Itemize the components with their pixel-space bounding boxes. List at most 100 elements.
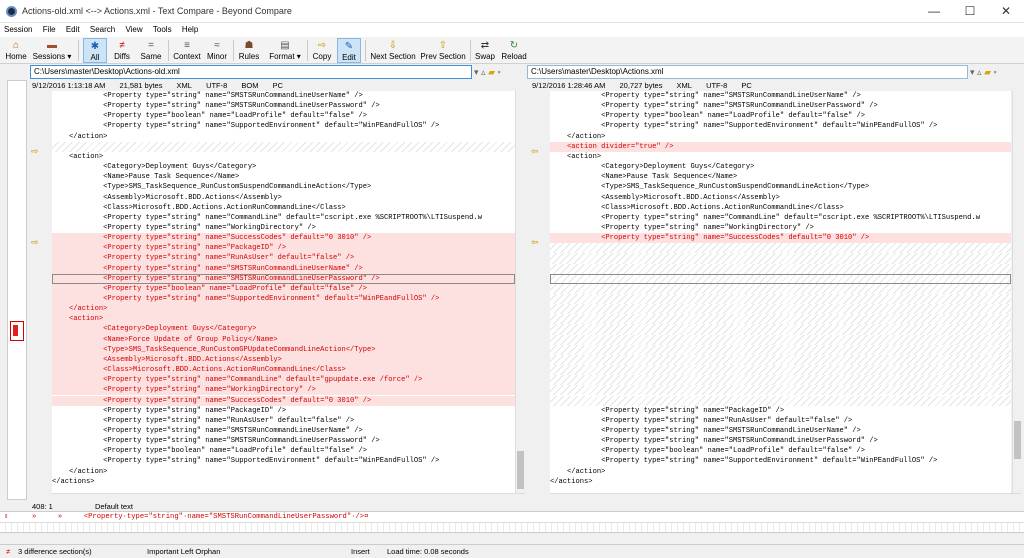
right-text-line[interactable]: <Property type="string" name="RunAsUser"… [550,416,1011,426]
left-text-line[interactable]: <Class>Microsoft.BDD.Actions.ActionRunCo… [52,365,515,376]
left-text-line[interactable]: <Type>SMS_TaskSequence_RunCustomGPUpdate… [52,344,515,355]
text-format[interactable]: Default text [95,502,133,511]
left-text-line[interactable]: <Assembly>Microsoft.BDD.Actions</Assembl… [52,193,515,203]
left-file-encoding[interactable]: UTF-8 [206,81,227,90]
left-text-line[interactable]: <Type>SMS_TaskSequence_RunCustomSuspendC… [52,182,515,192]
right-text-line[interactable]: <Property type="string" name="SMSTSRunCo… [550,426,1011,436]
left-text-line[interactable] [52,141,515,152]
right-text-line[interactable]: <Property type="string" name="SMSTSRunCo… [550,101,1011,111]
right-text-pane[interactable]: <Property type="string" name="SMSTSRunCo… [550,91,1011,493]
left-text-line[interactable]: <Property type="string" name="SMSTSRunCo… [52,91,515,101]
right-history-icon[interactable]: ▾ [970,67,975,77]
menu-file[interactable]: File [39,23,60,37]
right-text-line[interactable]: <Property type="string" name="SupportedE… [550,121,1011,131]
left-folder-icon[interactable]: ▰ [488,67,495,77]
right-text-line[interactable]: <Name>Pause Task Sequence</Name> [550,172,1011,182]
left-text-line[interactable]: <Property type="string" name="SupportedE… [52,294,515,305]
right-text-line[interactable] [550,324,1011,335]
right-text-line[interactable]: </action> [550,132,1011,142]
left-text-line[interactable]: <Property type="string" name="PackageID"… [52,243,515,254]
copy-right-arrow-icon[interactable]: ⇨ [31,147,41,156]
next-section-button[interactable]: ⇩ Next Section [370,38,416,63]
menu-view[interactable]: View [121,23,146,37]
prev-section-button[interactable]: ⇧ Prev Section [420,38,466,63]
left-up-icon[interactable]: ▵ [481,67,486,77]
sessions-button[interactable]: ▬ Sessions ▾ [32,38,72,63]
left-file-bom[interactable]: BOM [241,81,258,90]
right-text-line[interactable]: <Category>Deployment Guys</Category> [550,162,1011,172]
copy-left-arrow-icon[interactable]: ⇦ [531,147,541,156]
right-text-line[interactable]: <Property type="boolean" name="LoadProfi… [550,446,1011,456]
swap-button[interactable]: ⇄ Swap [474,38,496,63]
difference-thumbnail[interactable] [7,80,27,500]
right-text-line[interactable] [550,263,1011,274]
right-text-line[interactable] [550,273,1011,284]
left-path-input[interactable]: C:\Users\master\Desktop\Actions-old.xml [30,65,472,79]
right-vertical-scrollbar[interactable] [1012,91,1022,493]
left-text-line[interactable]: <Name>Pause Task Sequence</Name> [52,172,515,182]
right-text-line[interactable] [550,365,1011,376]
left-text-line[interactable]: <Property type="string" name="SMSTSRunCo… [52,436,515,446]
left-file-format[interactable]: XML [177,81,192,90]
right-up-icon[interactable]: ▵ [977,67,982,77]
right-text-line[interactable] [550,283,1011,294]
diffs-button[interactable]: ≠ Diffs [110,38,134,63]
right-text-line[interactable]: <Property type="string" name="PackageID"… [550,406,1011,416]
right-text-line[interactable] [550,294,1011,305]
right-text-line[interactable]: <Class>Microsoft.BDD.Actions.ActionRunCo… [550,203,1011,213]
left-text-line[interactable]: <action> [52,314,515,325]
left-text-line[interactable]: <Property type="string" name="SupportedE… [52,456,515,466]
right-text-line[interactable] [550,253,1011,264]
left-text-line[interactable]: <Property type="boolean" name="LoadProfi… [52,283,515,294]
right-file-format[interactable]: XML [677,81,692,90]
right-text-line[interactable]: </actions> [550,477,1011,487]
left-text-line[interactable]: <Property type="string" name="SMSTSRunCo… [52,101,515,111]
right-text-line[interactable]: <Property type="string" name="SMSTSRunCo… [550,91,1011,101]
left-text-line[interactable]: </action> [52,132,515,142]
right-file-encoding[interactable]: UTF-8 [706,81,727,90]
right-text-line[interactable] [550,395,1011,406]
right-text-line[interactable] [550,314,1011,325]
edit-button[interactable]: ✎ Edit [337,38,361,63]
left-history-icon[interactable]: ▾ [474,67,479,77]
right-text-line[interactable]: <action divider="true" /> [550,141,1011,152]
right-text-line[interactable] [550,334,1011,345]
left-text-line[interactable]: <Property type="string" name="PackageID"… [52,406,515,416]
right-file-lineending[interactable]: PC [741,81,751,90]
left-text-line[interactable]: <Name>Force Update of Group Policy</Name… [52,334,515,345]
left-text-line[interactable]: <Property type="string" name="CommandLin… [52,213,515,223]
right-text-line[interactable]: <Property type="string" name="CommandLin… [550,213,1011,223]
left-text-line[interactable]: <Property type="string" name="WorkingDir… [52,385,515,396]
minimize-button[interactable]: — [916,0,952,23]
right-text-line[interactable]: <Property type="string" name="WorkingDir… [550,223,1011,233]
right-scroll-thumb[interactable] [1014,421,1021,459]
format-button[interactable]: ▤ Format ▾ [264,38,306,63]
menu-edit[interactable]: Edit [62,23,84,37]
left-text-line[interactable]: </action> [52,467,515,477]
right-horizontal-scrollbar[interactable] [550,493,1021,502]
right-text-line[interactable]: </action> [550,467,1011,477]
left-text-line[interactable]: <Assembly>Microsoft.BDD.Actions</Assembl… [52,354,515,366]
left-text-pane[interactable]: <Property type="string" name="SMSTSRunCo… [52,91,515,493]
right-text-line[interactable]: <Property type="string" name="SuccessCod… [550,233,1011,244]
right-text-line[interactable] [550,375,1011,386]
minor-button[interactable]: ≈ Minor [204,38,230,63]
right-text-line[interactable] [550,354,1011,366]
left-text-line[interactable]: <Property type="string" name="SMSTSRunCo… [52,273,515,284]
left-text-line[interactable]: <Property type="string" name="SMSTSRunCo… [52,263,515,274]
same-button[interactable]: = Same [138,38,164,63]
copy-right-arrow-icon[interactable]: ⇨ [31,238,41,247]
rules-button[interactable]: ☗ Rules [237,38,261,63]
left-horizontal-scrollbar[interactable] [52,493,525,502]
context-button[interactable]: ≡ Context [172,38,202,63]
home-button[interactable]: ⌂ Home [4,38,28,63]
right-text-line[interactable] [550,385,1011,396]
right-text-line[interactable] [550,344,1011,355]
left-text-line[interactable]: <action> [52,152,515,162]
left-text-line[interactable]: <Property type="string" name="RunAsUser"… [52,416,515,426]
left-text-line[interactable]: <Property type="string" name="RunAsUser"… [52,253,515,264]
left-text-line[interactable]: <Class>Microsoft.BDD.Actions.ActionRunCo… [52,203,515,213]
right-text-line[interactable] [550,243,1011,254]
maximize-button[interactable]: ☐ [952,0,988,23]
all-button[interactable]: ✱ All [83,38,107,63]
